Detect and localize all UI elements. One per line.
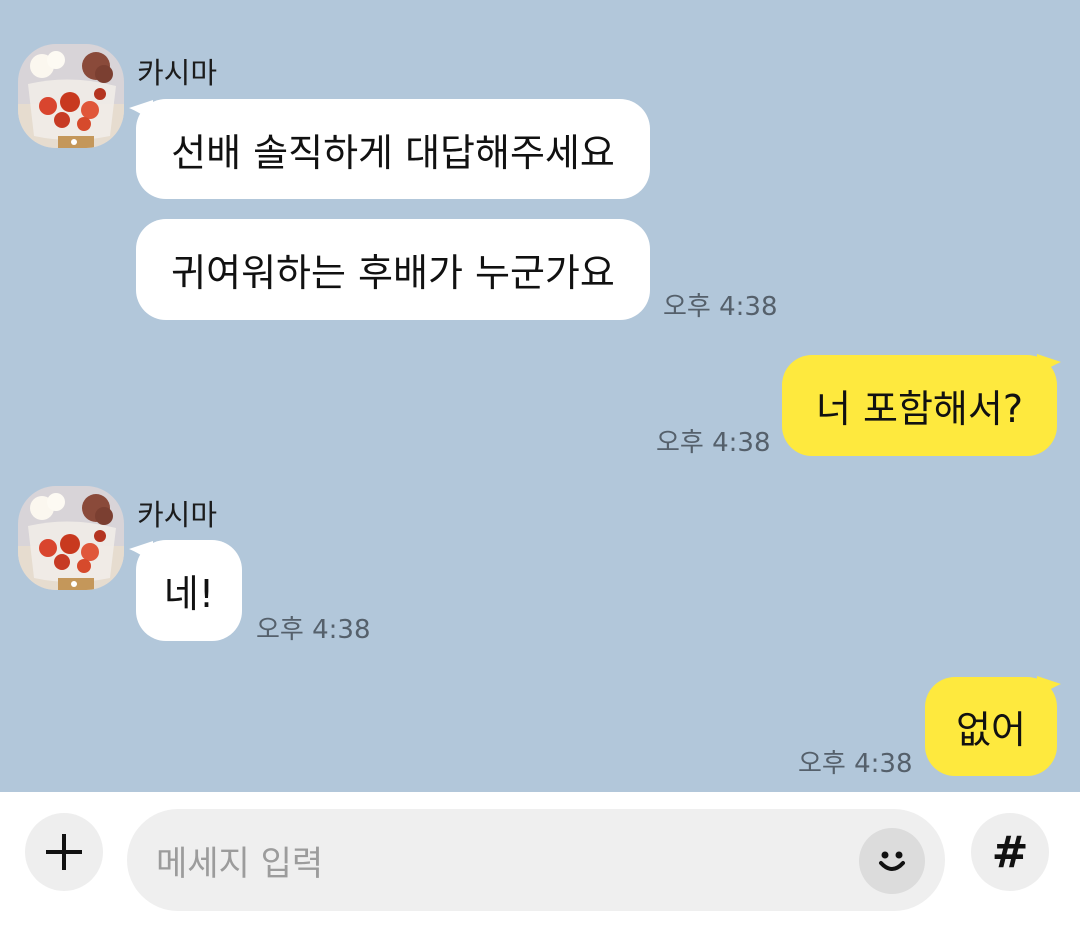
incoming-message-bubble[interactable]: 네! <box>136 540 242 641</box>
sender-name: 카시마 <box>137 498 218 532</box>
message-text: 귀여워하는 후배가 누군가요 <box>171 251 615 295</box>
smile-icon <box>879 851 905 871</box>
message-timestamp: 오후 4:38 <box>663 292 778 322</box>
sender-name: 카시마 <box>137 56 218 90</box>
outgoing-message-bubble[interactable]: 너 포함해서? <box>782 355 1057 456</box>
attach-plus-button[interactable] <box>25 813 103 891</box>
dessert-avatar-image <box>18 44 124 148</box>
incoming-message-bubble[interactable]: 귀여워하는 후배가 누군가요 <box>136 219 650 320</box>
message-timestamp: 오후 4:38 <box>656 428 771 458</box>
message-input-bar: 메세지 입력 # <box>0 792 1080 926</box>
message-timestamp: 오후 4:38 <box>256 615 371 645</box>
message-text: 너 포함해서? <box>815 387 1024 431</box>
sender-avatar[interactable] <box>18 44 124 148</box>
message-timestamp: 오후 4:38 <box>798 749 913 779</box>
message-text: 네! <box>163 572 215 616</box>
hash-icon: # <box>991 826 1029 878</box>
hashtag-button[interactable]: # <box>971 813 1049 891</box>
message-text: 선배 솔직하게 대답해주세요 <box>171 130 615 175</box>
sender-avatar[interactable] <box>18 486 124 590</box>
message-text: 없어 <box>956 708 1026 752</box>
message-input-placeholder: 메세지 입력 <box>156 843 324 884</box>
outgoing-message-bubble[interactable]: 없어 <box>925 677 1057 776</box>
chat-area[interactable]: 카시마 선배 솔직하게 대답해주세요 귀여워하는 후배가 누군가요 오후 4:3… <box>0 0 1080 792</box>
plus-icon <box>46 834 82 870</box>
incoming-message-bubble[interactable]: 선배 솔직하게 대답해주세요 <box>136 99 650 199</box>
dessert-avatar-image <box>18 486 124 590</box>
emoji-button[interactable] <box>859 828 925 894</box>
message-input[interactable]: 메세지 입력 <box>127 809 945 911</box>
